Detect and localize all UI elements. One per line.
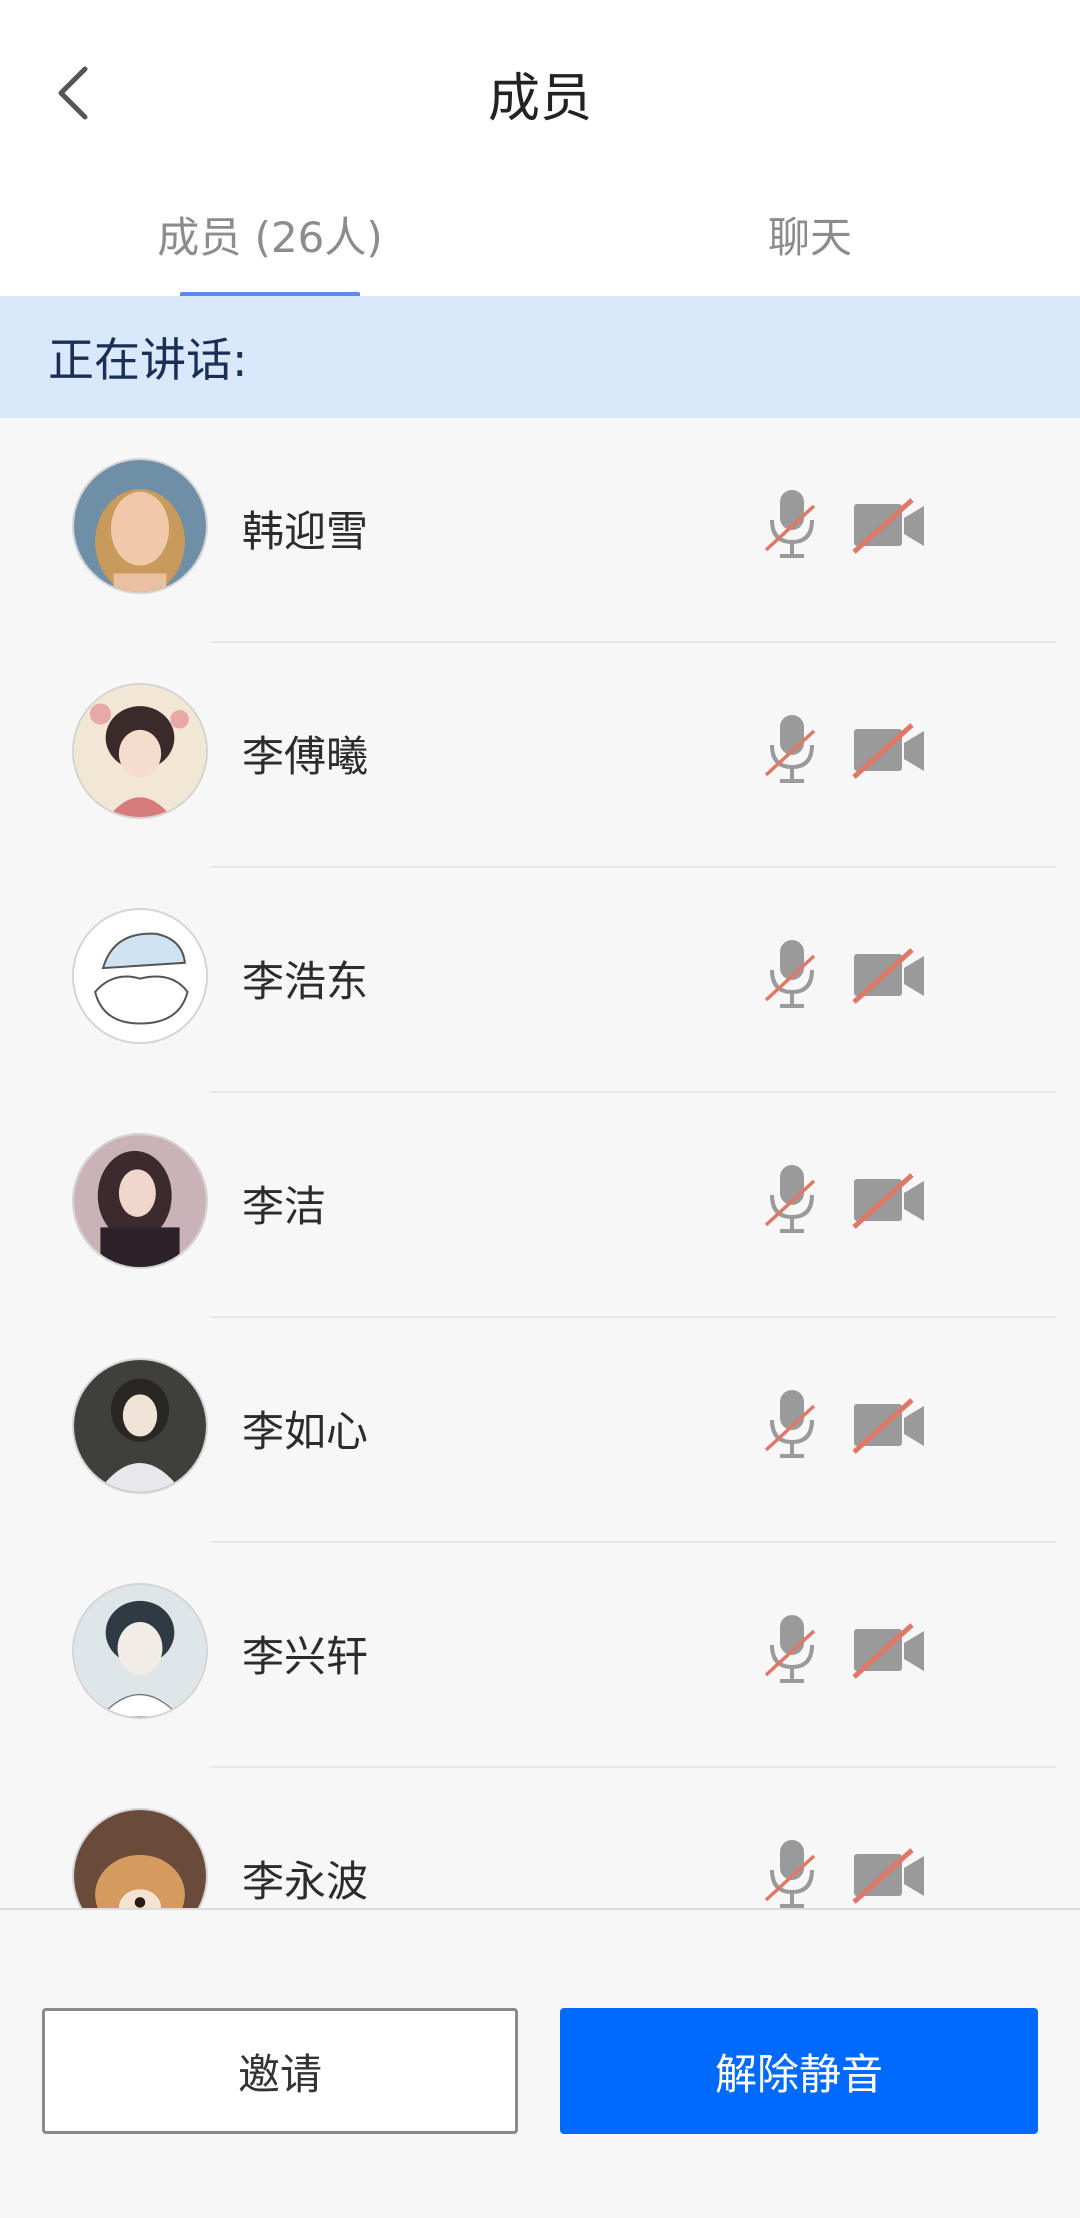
avatar <box>72 1358 208 1494</box>
invite-button[interactable]: 邀请 <box>42 2008 518 2134</box>
member-row[interactable]: 李如心 <box>0 1318 1080 1543</box>
mic-muted-icon[interactable] <box>762 1388 822 1460</box>
bottom-action-bar: 邀请 解除静音 <box>0 1908 1080 2218</box>
member-row[interactable]: 李洁 <box>0 1093 1080 1318</box>
member-row[interactable]: 李永波 <box>0 1768 1080 1908</box>
member-name: 李洁 <box>242 1182 327 1231</box>
member-name: 李浩东 <box>242 957 369 1006</box>
member-row[interactable]: 韩迎雪 <box>0 418 1080 643</box>
avatar <box>72 1133 208 1269</box>
camera-off-icon[interactable] <box>852 723 928 779</box>
mic-muted-icon[interactable] <box>762 488 822 560</box>
page-title: 成员 <box>487 69 592 129</box>
member-name: 李傅曦 <box>242 732 369 781</box>
mic-muted-icon[interactable] <box>762 938 822 1010</box>
tab-chat[interactable]: 聊天 <box>540 204 1080 265</box>
avatar <box>72 1808 208 1908</box>
member-name: 韩迎雪 <box>242 507 369 556</box>
avatar <box>72 683 208 819</box>
mic-muted-icon[interactable] <box>762 1838 822 1908</box>
camera-off-icon[interactable] <box>852 948 928 1004</box>
camera-off-icon[interactable] <box>852 498 928 554</box>
mic-muted-icon[interactable] <box>762 713 822 785</box>
member-name: 李如心 <box>242 1407 369 1456</box>
camera-off-icon[interactable] <box>852 1623 928 1679</box>
avatar <box>72 908 208 1044</box>
camera-off-icon[interactable] <box>852 1173 928 1229</box>
mic-muted-icon[interactable] <box>762 1613 822 1685</box>
unmute-button[interactable]: 解除静音 <box>560 2008 1038 2134</box>
member-row[interactable]: 李傅曦 <box>0 643 1080 868</box>
tab-bar: 成员 (26人) 聊天 <box>0 180 1080 298</box>
header: 成员 <box>0 0 1080 180</box>
avatar <box>72 1583 208 1719</box>
speaking-label: 正在讲话: <box>48 333 248 387</box>
member-name: 李永波 <box>242 1857 369 1906</box>
member-row[interactable]: 李浩东 <box>0 868 1080 1093</box>
camera-off-icon[interactable] <box>852 1848 928 1904</box>
member-list[interactable]: 韩迎雪 李傅曦 李浩东 李洁 李如心 李兴轩 李永波 <box>0 418 1080 1908</box>
member-row[interactable]: 李兴轩 <box>0 1543 1080 1768</box>
member-name: 李兴轩 <box>242 1632 369 1681</box>
camera-off-icon[interactable] <box>852 1398 928 1454</box>
tab-members[interactable]: 成员 (26人) <box>0 204 540 265</box>
mic-muted-icon[interactable] <box>762 1163 822 1235</box>
avatar <box>72 458 208 594</box>
speaking-banner: 正在讲话: <box>0 296 1080 418</box>
